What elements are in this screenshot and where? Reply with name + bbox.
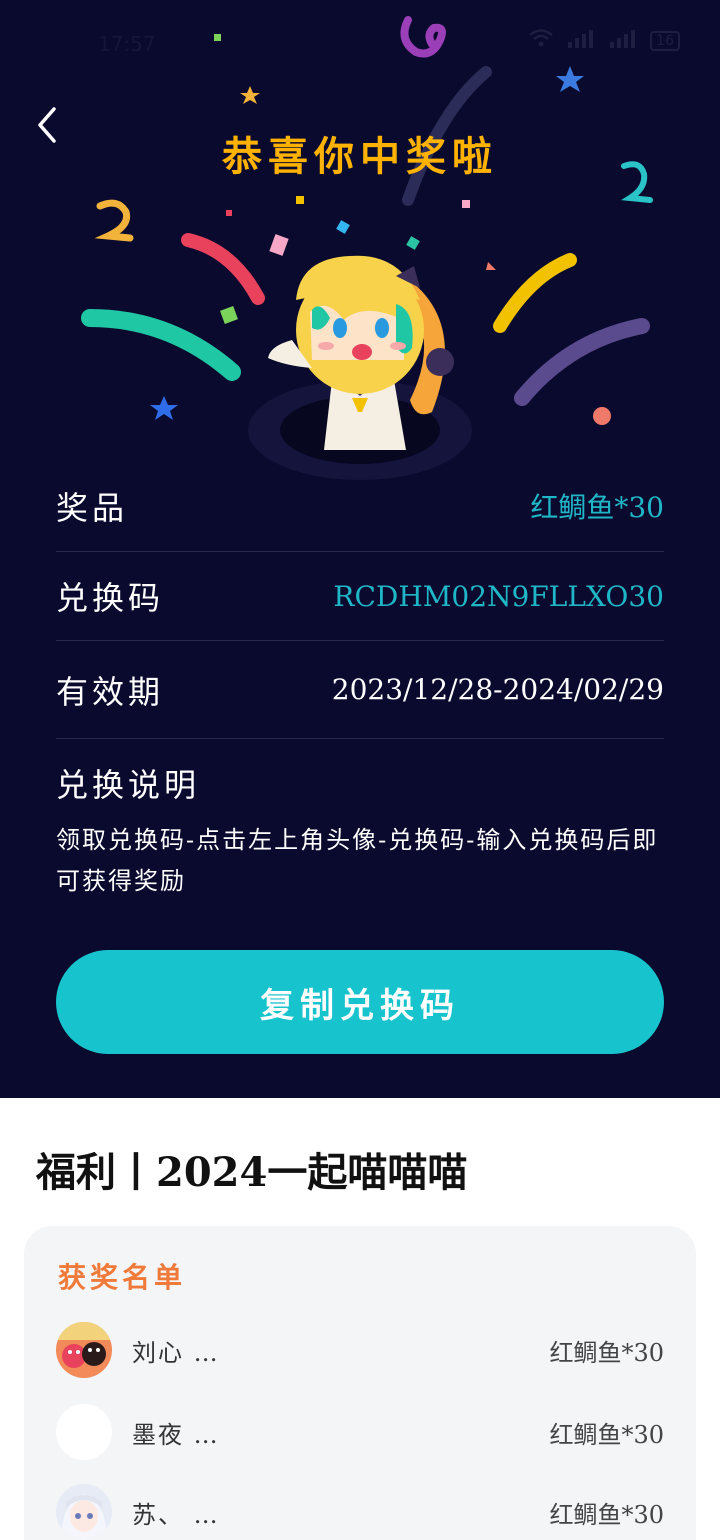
copy-code-button[interactable]: 复制兑换码 xyxy=(56,950,664,1054)
winners-title: 获奖名单 xyxy=(58,1261,187,1294)
winner-name: 墨夜 … xyxy=(132,1420,220,1449)
congrats-title: 恭喜你中奖啦 xyxy=(222,133,498,180)
avatar xyxy=(56,1322,112,1378)
validity-value: 2023/12/28-2024/02/29 xyxy=(331,673,664,706)
winner-row: 苏、 … 红鲷鱼*30 xyxy=(56,1484,664,1540)
instructions-text: 领取兑换码-点击左上角头像-兑换码-输入兑换码后即可获得奖励 xyxy=(56,826,659,895)
code-row: 兑换码 RCDHM02N9FLLXO30 xyxy=(56,552,664,641)
confetti-decoration xyxy=(81,16,653,480)
instructions-title: 兑换说明 xyxy=(56,766,201,804)
prize-label: 奖品 xyxy=(56,488,129,527)
prize-value: 红鲷鱼*30 xyxy=(530,490,664,524)
avatar xyxy=(56,1404,112,1460)
prize-row: 奖品 红鲷鱼*30 xyxy=(56,460,664,552)
code-label: 兑换码 xyxy=(56,579,165,617)
winner-row: 刘心 … 红鲷鱼*30 xyxy=(56,1322,664,1378)
validity-row: 有效期 2023/12/28-2024/02/29 xyxy=(56,641,664,739)
winner-prize: 红鲷鱼*30 xyxy=(549,1500,664,1529)
welfare-title: 福利丨2024一起喵喵喵 xyxy=(36,1149,468,1196)
avatar xyxy=(56,1484,112,1540)
winner-name: 苏、 … xyxy=(132,1500,220,1529)
winner-name: 刘心 … xyxy=(132,1338,220,1367)
winners-card: 获奖名单 刘心 … 红鲷鱼*30 墨夜 … 红鲷鱼*30 苏、 … 红鲷鱼*30 xyxy=(24,1226,696,1540)
validity-label: 有效期 xyxy=(56,672,165,711)
prize-hero: 17:57 16 恭喜你中奖啦 奖品 红鲷鱼*30 兑换码 RCDHM02N9F… xyxy=(0,0,720,1098)
winner-prize: 红鲷鱼*30 xyxy=(549,1420,664,1449)
redeem-code-value[interactable]: RCDHM02N9FLLXO30 xyxy=(333,580,664,613)
winner-prize: 红鲷鱼*30 xyxy=(549,1338,664,1367)
winner-row: 墨夜 … 红鲷鱼*30 xyxy=(56,1404,664,1460)
